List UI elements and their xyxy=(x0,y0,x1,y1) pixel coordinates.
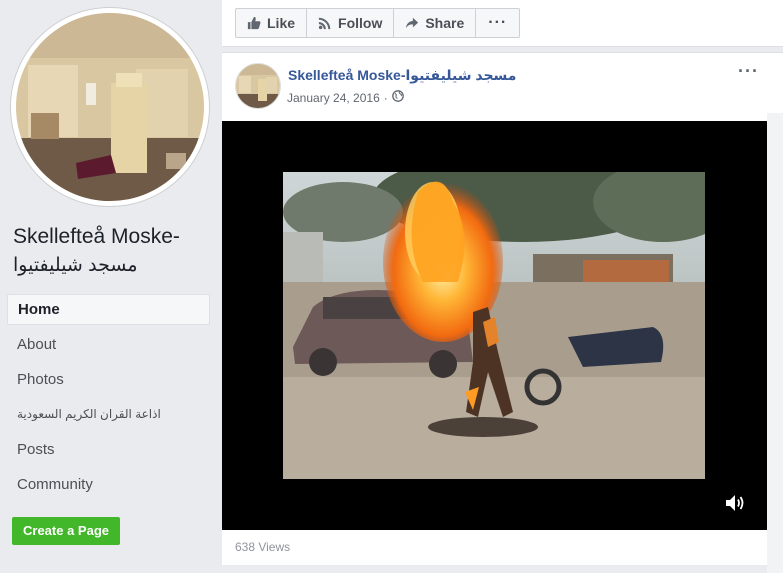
nav-about[interactable]: About xyxy=(7,329,210,360)
share-label: Share xyxy=(425,15,465,31)
like-button[interactable]: Like xyxy=(236,9,308,37)
rss-icon xyxy=(318,16,332,30)
page-profile-picture[interactable] xyxy=(11,8,209,206)
volume-icon[interactable] xyxy=(724,491,748,515)
profile-photo xyxy=(16,13,204,201)
page-name-latin: Skellefteå Moske- xyxy=(13,225,180,248)
nav-home[interactable]: Home xyxy=(7,294,210,325)
post-options-button[interactable]: ··· xyxy=(738,61,759,82)
adjacent-column-edge xyxy=(767,113,783,573)
post-author-name[interactable]: Skellefteå Moske-مسجد شيليفتيوا xyxy=(288,67,516,84)
action-button-group: Like Follow Share ··· xyxy=(235,8,521,38)
nav-quran-radio[interactable]: اذاعة القران الكريم السعودية xyxy=(7,399,210,430)
video-frame xyxy=(283,172,705,479)
share-arrow-icon xyxy=(405,16,419,30)
nav-community[interactable]: Community xyxy=(7,469,210,500)
page-name[interactable]: Skellefteå Moske- مسجد شيليفتيوا xyxy=(13,222,213,280)
follow-button[interactable]: Follow xyxy=(307,9,395,37)
view-count: 638 Views xyxy=(235,540,291,554)
video-player[interactable] xyxy=(222,121,767,530)
more-actions-button[interactable]: ··· xyxy=(476,9,519,37)
like-label: Like xyxy=(267,15,296,31)
page-action-bar: Like Follow Share ··· xyxy=(222,0,783,47)
meta-separator: · xyxy=(383,90,388,105)
globe-icon xyxy=(391,90,404,105)
video-post: Skellefteå Moske-مسجد شيليفتيوا January … xyxy=(222,52,783,573)
page-nav: Home About Photos اذاعة القران الكريم ال… xyxy=(7,294,210,504)
page-sidebar: Skellefteå Moske- مسجد شيليفتيوا Home Ab… xyxy=(0,0,222,564)
nav-photos[interactable]: Photos xyxy=(7,364,210,395)
post-meta: January 24, 2016 · xyxy=(287,90,404,105)
post-date[interactable]: January 24, 2016 xyxy=(287,91,380,105)
page-name-arabic: مسجد شيليفتيوا xyxy=(13,255,138,276)
post-author-avatar[interactable] xyxy=(235,63,281,109)
follow-label: Follow xyxy=(338,15,383,31)
share-button[interactable]: Share xyxy=(394,9,477,37)
create-page-button[interactable]: Create a Page xyxy=(12,517,120,545)
nav-posts[interactable]: Posts xyxy=(7,434,210,465)
thumbs-up-icon xyxy=(247,16,261,30)
